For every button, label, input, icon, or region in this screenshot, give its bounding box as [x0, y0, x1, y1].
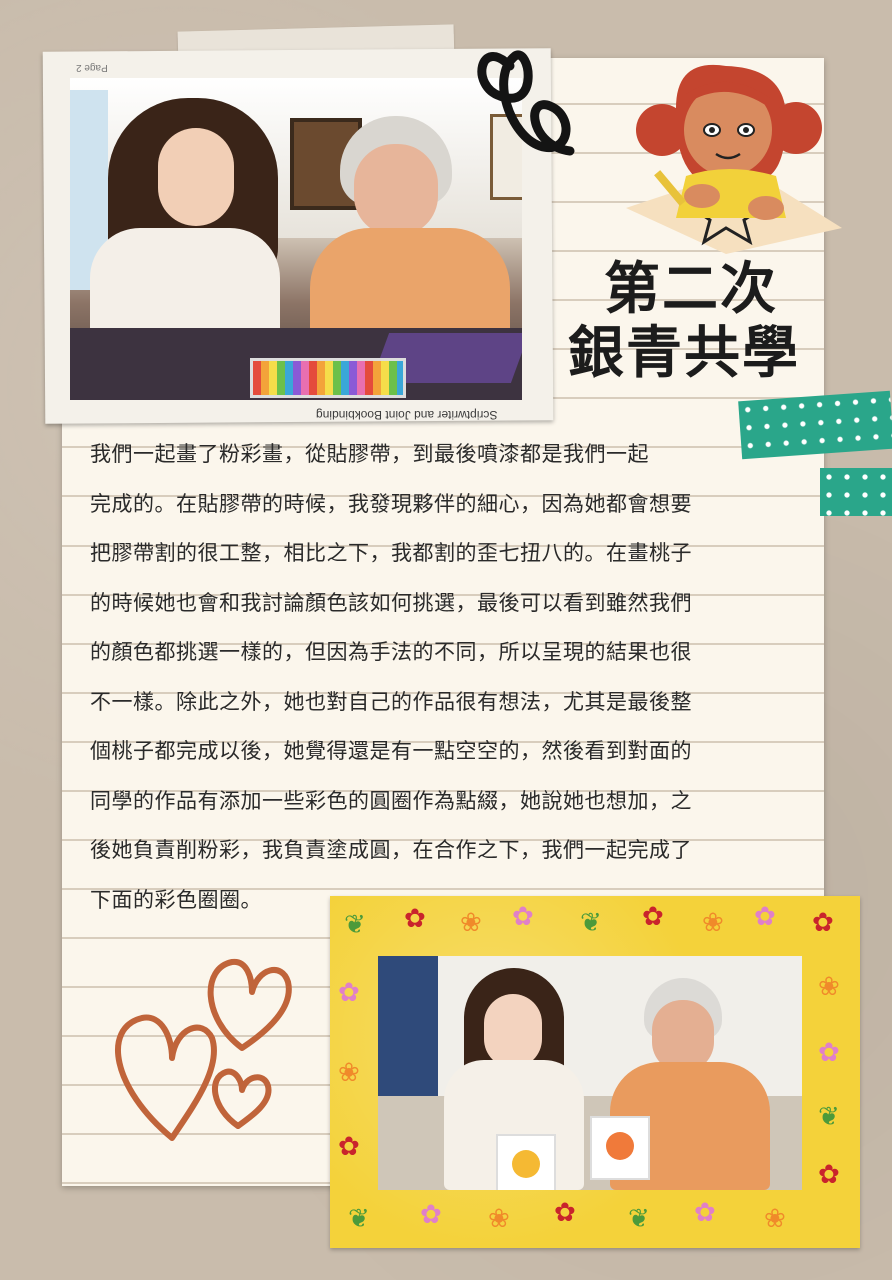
body-line: 後她負責削粉彩，我負責塗成圓，在合作之下，我們一起完成了: [90, 838, 692, 862]
photo-finished-artwork: [378, 956, 802, 1190]
body-line: 我們一起畫了粉彩畫，從貼膠帶，到最後噴漆都是我們一起: [90, 442, 649, 466]
photo-drawing-session: [70, 78, 522, 400]
flower-icon: ✿: [554, 1198, 576, 1228]
flower-icon: ✿: [694, 1198, 716, 1228]
hearts-doodle: [115, 958, 292, 1141]
body-line: 同學的作品有添加一些彩色的圓圈作為點綴，她說她也想加，之: [90, 788, 692, 813]
flower-icon: ❀: [338, 1058, 360, 1088]
body-line: 的時候她也會和我討論顏色該如何挑選，最後可以看到雖然我們: [90, 590, 692, 615]
flower-icon: ✿: [818, 1038, 840, 1068]
body-line: 把膠帶割的很工整，相比之下，我都割的歪七扭八的。在畫桃子: [90, 541, 692, 565]
page-title: 第二次 銀青共學: [568, 258, 818, 386]
flower-icon: ❦: [580, 908, 602, 938]
flower-icon: ✿: [404, 904, 426, 934]
washi-tape-2: [820, 468, 892, 516]
flower-icon: ✿: [812, 908, 834, 938]
curl-doodle: [477, 50, 575, 156]
flower-icon: ❀: [488, 1204, 510, 1234]
flower-icon: ✿: [754, 902, 776, 932]
flower-icon: ✿: [338, 978, 360, 1008]
body-paragraph: 我們一起畫了粉彩畫，從貼膠帶，到最後噴漆都是我們一起 完成的。在貼膠帶的時候，我…: [90, 430, 802, 925]
title-line-2: 銀青共學: [568, 321, 800, 386]
flower-icon: ❦: [348, 1204, 370, 1234]
flower-icon: ✿: [818, 1160, 840, 1190]
flower-icon: ❀: [460, 908, 482, 938]
body-line: 的顏色都挑選一樣的，但因為手法的不同，所以呈現的結果也很: [90, 640, 692, 664]
girl-drawing-illustration: [626, 64, 842, 254]
flower-icon: ❀: [702, 908, 724, 938]
flower-icon: ❦: [344, 910, 366, 940]
flower-icon: ❀: [818, 972, 840, 1002]
body-line: 個桃子都完成以後，她覺得還是有一點空空的，然後看到對面的: [90, 739, 692, 763]
flower-icon: ✿: [420, 1200, 442, 1230]
photo-caption-flipped: Scriptwriter and Joint Bookbinding: [316, 408, 498, 422]
body-line: 不一樣。除此之外，她也對自己的作品很有想法，尤其是最後整: [90, 689, 692, 714]
flower-icon: ❀: [764, 1204, 786, 1234]
body-line: 完成的。在貼膠帶的時候，我發現夥伴的細心，因為她都會想要: [90, 491, 692, 516]
flower-icon: ❦: [628, 1204, 650, 1234]
flower-icon: ✿: [338, 1132, 360, 1162]
title-line-1: 第二次: [604, 257, 778, 322]
flower-icon: ✿: [512, 902, 534, 932]
flower-icon: ❦: [818, 1102, 840, 1132]
page-label-flipped: Page 2: [76, 62, 108, 73]
flower-icon: ✿: [642, 902, 664, 932]
